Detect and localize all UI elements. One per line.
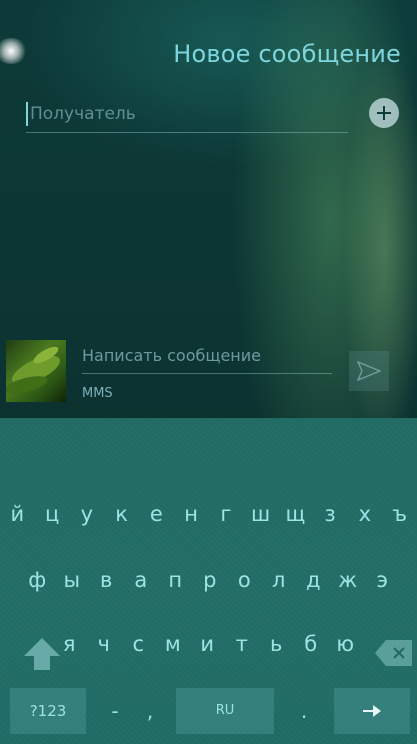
key[interactable]: т	[225, 632, 260, 656]
symbols-key[interactable]: ?123	[10, 688, 86, 734]
comma-key[interactable]: ,	[132, 688, 168, 734]
key[interactable]: ъ	[382, 502, 417, 526]
space-key[interactable]: RU	[176, 688, 274, 734]
key[interactable]: ы	[55, 568, 90, 592]
key[interactable]: о	[227, 568, 262, 592]
key[interactable]: г	[209, 502, 244, 526]
backspace-icon[interactable]	[374, 638, 414, 668]
enter-arrow-icon	[363, 705, 381, 717]
add-contact-button[interactable]	[369, 98, 399, 128]
key[interactable]: в	[89, 568, 124, 592]
key[interactable]: ф	[20, 568, 55, 592]
enter-key[interactable]	[334, 688, 410, 734]
key[interactable]: ч	[87, 632, 122, 656]
text-cursor	[26, 102, 28, 126]
send-icon	[357, 361, 381, 381]
period-key[interactable]: .	[286, 688, 322, 734]
key[interactable]: р	[193, 568, 228, 592]
dash-key[interactable]: -	[100, 688, 130, 734]
keyboard-row-3: я ч с м и т ь б ю	[52, 632, 417, 656]
key[interactable]: н	[174, 502, 209, 526]
key[interactable]: ш	[243, 502, 278, 526]
key[interactable]: п	[158, 568, 193, 592]
keyboard-row-2: ф ы в а п р о л д ж э	[20, 568, 417, 592]
page-title: Новое сообщение	[173, 40, 401, 68]
message-underline	[82, 373, 332, 374]
recipient-placeholder: Получатель	[30, 104, 136, 124]
message-placeholder: Написать сообщение	[82, 346, 261, 365]
key[interactable]: ж	[331, 568, 366, 592]
key[interactable]: я	[52, 632, 87, 656]
recipient-field[interactable]: Получатель	[26, 100, 348, 133]
attachment-image	[6, 346, 60, 394]
mms-attachment-thumbnail[interactable]	[6, 340, 66, 402]
key[interactable]: ь	[259, 632, 294, 656]
key[interactable]: з	[313, 502, 348, 526]
key[interactable]: к	[104, 502, 139, 526]
keyboard-row-1: й ц у к е н г ш щ з х ъ	[0, 502, 417, 526]
key[interactable]: щ	[278, 502, 313, 526]
key[interactable]: ц	[35, 502, 70, 526]
key[interactable]: у	[70, 502, 105, 526]
key[interactable]: э	[365, 568, 400, 592]
add-contact-icon	[377, 106, 391, 120]
message-input[interactable]: Написать сообщение	[82, 346, 342, 374]
message-type-label: MMS	[82, 386, 113, 401]
virtual-keyboard: й ц у к е н г ш щ з х ъ ф ы в а п р о л …	[0, 418, 417, 744]
key[interactable]: м	[156, 632, 191, 656]
key[interactable]: и	[190, 632, 225, 656]
key[interactable]: е	[139, 502, 174, 526]
key[interactable]: х	[348, 502, 383, 526]
key[interactable]: д	[296, 568, 331, 592]
key[interactable]: й	[0, 502, 35, 526]
keyboard-bottom-row: ?123 - , RU .	[0, 688, 417, 738]
key[interactable]: с	[121, 632, 156, 656]
key[interactable]: л	[262, 568, 297, 592]
send-button[interactable]	[349, 351, 389, 391]
key[interactable]: а	[124, 568, 159, 592]
key[interactable]: б	[294, 632, 329, 656]
key[interactable]: ю	[328, 632, 363, 656]
